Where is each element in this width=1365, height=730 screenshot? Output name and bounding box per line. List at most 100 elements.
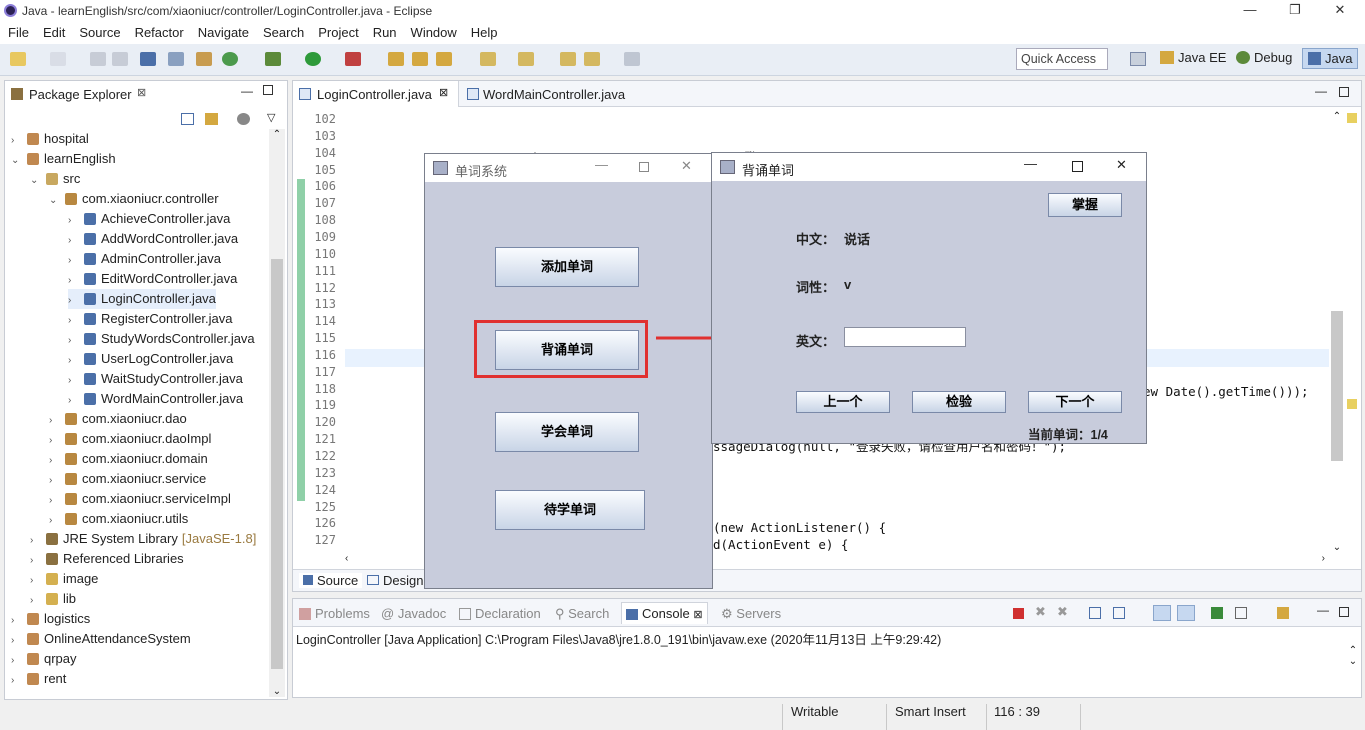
collapse-all-icon[interactable] bbox=[181, 113, 194, 125]
tree-item[interactable]: › Referenced Libraries bbox=[30, 549, 184, 569]
tree-item[interactable]: › com.xiaoniucr.domain bbox=[49, 449, 208, 469]
close-icon[interactable]: ✕ bbox=[681, 158, 692, 174]
problems-tab[interactable]: Problems bbox=[299, 606, 370, 621]
editor-tab-active[interactable]: LoginController.java ⊠ bbox=[293, 81, 459, 107]
scroll-down-icon[interactable]: ⌄ bbox=[269, 686, 285, 697]
prev-button[interactable]: 上一个 bbox=[796, 391, 890, 413]
search-tab[interactable]: ⚲ Search bbox=[555, 606, 609, 622]
open-type-icon[interactable] bbox=[388, 52, 404, 66]
collapsed-arrow-icon[interactable]: › bbox=[68, 391, 80, 411]
warning-marker[interactable] bbox=[1347, 399, 1357, 409]
refresh-icon[interactable] bbox=[222, 52, 238, 66]
next-annotation-icon[interactable] bbox=[518, 52, 534, 66]
design-tab[interactable]: Design bbox=[367, 573, 423, 588]
save-icon[interactable] bbox=[90, 52, 106, 66]
minimize-icon[interactable]: — bbox=[595, 157, 608, 172]
pin-console-icon[interactable] bbox=[1211, 607, 1223, 619]
collapsed-arrow-icon[interactable]: › bbox=[49, 511, 61, 531]
scroll-right-icon[interactable]: › bbox=[1322, 553, 1325, 564]
maximize-console-icon[interactable] bbox=[1339, 607, 1349, 617]
restore-button[interactable]: ❐ bbox=[1275, 2, 1315, 18]
collapsed-arrow-icon[interactable]: › bbox=[68, 251, 80, 271]
terminate-icon[interactable] bbox=[1013, 608, 1024, 619]
code-line-117[interactable]: ew Date().getTime())); bbox=[1143, 384, 1309, 399]
tree-item[interactable]: › com.xiaoniucr.dao bbox=[49, 409, 187, 429]
perspective-java[interactable]: Java bbox=[1302, 48, 1359, 69]
minimize-view-icon[interactable]: — bbox=[241, 84, 253, 98]
menu-project[interactable]: Project bbox=[310, 22, 364, 40]
close-editor-tab-icon[interactable]: ⊠ bbox=[439, 86, 448, 99]
debug-icon[interactable] bbox=[265, 52, 281, 66]
menu-edit[interactable]: Edit bbox=[35, 22, 71, 40]
menu-help[interactable]: Help bbox=[463, 22, 504, 40]
collapsed-arrow-icon[interactable]: › bbox=[30, 531, 42, 551]
new-icon[interactable] bbox=[10, 52, 26, 66]
tree-item[interactable]: › com.xiaoniucr.daoImpl bbox=[49, 429, 211, 449]
console-scrollbar[interactable]: ⌃ ⌄ bbox=[1345, 645, 1361, 681]
tree-item[interactable]: › WaitStudyController.java bbox=[68, 369, 243, 389]
expanded-arrow-icon[interactable]: ⌄ bbox=[49, 191, 61, 211]
tree-scrollbar[interactable]: ⌃ ⌄ bbox=[269, 129, 285, 697]
minimize-console-icon[interactable]: — bbox=[1317, 603, 1329, 617]
collapsed-arrow-icon[interactable]: › bbox=[68, 291, 80, 311]
minimize-icon[interactable]: — bbox=[1024, 156, 1037, 171]
pencil-icon[interactable] bbox=[436, 52, 452, 66]
collapsed-arrow-icon[interactable]: › bbox=[11, 611, 23, 631]
status-insert-mode[interactable]: Smart Insert bbox=[895, 704, 966, 719]
expanded-arrow-icon[interactable]: ⌄ bbox=[11, 151, 23, 171]
javadoc-tab[interactable]: @ Javadoc bbox=[381, 606, 446, 621]
skip-breakpoints-icon[interactable] bbox=[168, 52, 184, 66]
tree-item[interactable]: › UserLogController.java bbox=[68, 349, 233, 369]
tree-item[interactable]: › AddWordController.java bbox=[68, 229, 238, 249]
run-icon[interactable] bbox=[305, 52, 321, 66]
maximize-view-icon[interactable] bbox=[263, 85, 273, 95]
collapsed-arrow-icon[interactable]: › bbox=[49, 431, 61, 451]
quick-access-input[interactable]: Quick Access bbox=[1016, 48, 1108, 70]
tree-item[interactable]: › lib bbox=[30, 589, 76, 609]
collapsed-arrow-icon[interactable]: › bbox=[68, 271, 80, 291]
tree-item[interactable]: › RegisterController.java bbox=[68, 309, 233, 329]
scroll-thumb[interactable] bbox=[1331, 311, 1343, 461]
tree-item[interactable]: › com.xiaoniucr.service bbox=[49, 469, 206, 489]
collapsed-arrow-icon[interactable]: › bbox=[68, 351, 80, 371]
minimize-button[interactable]: — bbox=[1230, 2, 1270, 17]
tree-item[interactable]: › StudyWordsController.java bbox=[68, 329, 255, 349]
link-editor-icon[interactable] bbox=[205, 113, 218, 125]
expanded-arrow-icon[interactable]: ⌄ bbox=[30, 171, 42, 191]
tree-item[interactable]: › WordMainController.java bbox=[68, 389, 243, 409]
warning-marker[interactable] bbox=[1347, 113, 1357, 123]
learned-word-button[interactable]: 学会单词 bbox=[495, 412, 639, 452]
collapsed-arrow-icon[interactable]: › bbox=[11, 651, 23, 671]
show-on-error-icon[interactable] bbox=[1177, 605, 1195, 621]
collapsed-arrow-icon[interactable]: › bbox=[30, 551, 42, 571]
close-tab-icon[interactable]: ⊠ bbox=[137, 86, 146, 99]
console-tab[interactable]: Console ⊠ bbox=[621, 602, 708, 624]
collapsed-arrow-icon[interactable]: › bbox=[49, 491, 61, 511]
collapsed-arrow-icon[interactable]: › bbox=[68, 371, 80, 391]
editor-vscrollbar[interactable]: ⌃ ⌄ bbox=[1329, 111, 1345, 553]
collapsed-arrow-icon[interactable]: › bbox=[49, 411, 61, 431]
scroll-up-icon[interactable]: ⌃ bbox=[269, 129, 285, 140]
scroll-up-icon[interactable]: ⌃ bbox=[1329, 111, 1345, 122]
menu-source[interactable]: Source bbox=[71, 22, 126, 40]
annotation-icon[interactable] bbox=[480, 52, 496, 66]
to-learn-word-button[interactable]: 待学单词 bbox=[495, 490, 645, 530]
perspective-javaee[interactable]: Java EE bbox=[1160, 50, 1226, 65]
menu-window[interactable]: Window bbox=[403, 22, 463, 40]
tree-item[interactable]: › image bbox=[30, 569, 98, 589]
close-icon[interactable]: ✕ bbox=[1116, 157, 1127, 173]
tree-item[interactable]: ⌄ com.xiaoniucr.controller bbox=[49, 189, 219, 209]
maximize-editor-icon[interactable] bbox=[1339, 87, 1349, 97]
forward-icon[interactable] bbox=[624, 52, 640, 66]
tree-item[interactable]: › LoginController.java bbox=[68, 289, 216, 309]
menu-refactor[interactable]: Refactor bbox=[127, 22, 190, 40]
servers-tab[interactable]: ⚙ Servers bbox=[721, 606, 781, 622]
view-menu-icon[interactable]: ▽ bbox=[267, 111, 275, 124]
collapsed-arrow-icon[interactable]: › bbox=[49, 471, 61, 491]
master-button[interactable]: 掌握 bbox=[1048, 193, 1122, 217]
code-line-127[interactable]: d(ActionEvent e) { bbox=[713, 537, 848, 552]
tree-item[interactable]: › logistics bbox=[11, 609, 90, 629]
menu-navigate[interactable]: Navigate bbox=[190, 22, 255, 40]
tree-item[interactable]: › hospital bbox=[11, 129, 89, 149]
editor-tab-inactive[interactable]: WordMainController.java bbox=[463, 81, 643, 107]
